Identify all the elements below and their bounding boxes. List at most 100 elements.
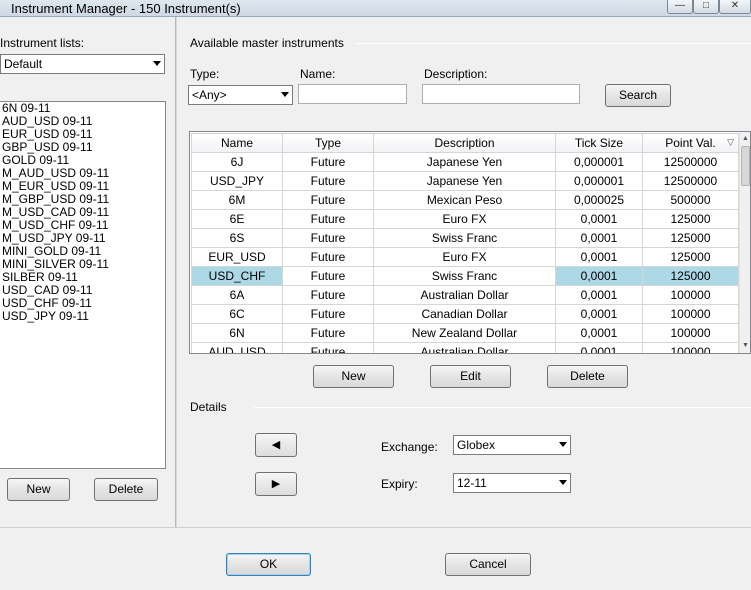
- table-cell: Euro FX: [373, 209, 556, 229]
- column-header[interactable]: Tick Size: [555, 133, 643, 153]
- maximize-icon: □: [702, 0, 710, 11]
- table-cell: 6S: [191, 228, 283, 248]
- scroll-down-icon[interactable]: ▼: [742, 342, 749, 349]
- column-header[interactable]: Description: [373, 133, 556, 153]
- group-divider: [356, 43, 751, 44]
- table-cell: Mexican Peso: [373, 190, 556, 210]
- table-row[interactable]: 6M Future Mexican Peso 0,000025 500000: [191, 190, 739, 210]
- table-cell: Japanese Yen: [373, 152, 556, 172]
- scrollbar-thumb[interactable]: [741, 146, 750, 186]
- details-divider: [254, 407, 751, 408]
- table-row[interactable]: 6C Future Canadian Dollar 0,0001 100000: [191, 304, 739, 324]
- expiry-label: Expiry:: [381, 477, 418, 491]
- table-cell: AUD_USD: [191, 342, 283, 353]
- column-header[interactable]: Point Val. ▽: [642, 133, 739, 153]
- new-instrument-button[interactable]: New: [313, 365, 394, 388]
- table-cell: 0,0001: [555, 247, 643, 267]
- table-cell: 0,000001: [555, 171, 643, 191]
- close-button[interactable]: ✕: [719, 0, 751, 14]
- table-cell: New Zealand Dollar: [373, 323, 556, 343]
- master-instruments-grid[interactable]: Name Type Description Tick Size Point Val. ▽ …: [189, 131, 751, 354]
- name-label: Name:: [300, 67, 336, 81]
- table-row[interactable]: USD_JPY Future Japanese Yen 0,000001 1250000…: [191, 171, 739, 191]
- list-item[interactable]: USD_JPY 09-11: [0, 310, 165, 323]
- details-heading: Details: [190, 400, 227, 414]
- table-cell: Future: [282, 342, 374, 353]
- table-cell: 6C: [191, 304, 283, 324]
- table-row[interactable]: 6S Future Swiss Franc 0,0001 125000: [191, 228, 739, 248]
- edit-instrument-button[interactable]: Edit: [430, 365, 511, 388]
- ok-button[interactable]: OK: [226, 553, 311, 576]
- instrument-lists-panel: Instrument lists: Default 6N 09-11 AUD_US…: [0, 17, 175, 527]
- table-row[interactable]: 6A Future Australian Dollar 0,0001 100000: [191, 285, 739, 305]
- instrument-list-value: Default: [4, 57, 43, 71]
- master-instruments-heading: Available master instruments: [190, 36, 344, 50]
- table-row[interactable]: EUR_USD Future Euro FX 0,0001 125000: [191, 247, 739, 267]
- column-header-label: Name: [220, 136, 253, 150]
- table-cell: 6M: [191, 190, 283, 210]
- table-row[interactable]: 6N Future New Zealand Dollar 0,0001 100000: [191, 323, 739, 343]
- name-input[interactable]: [298, 84, 407, 104]
- table-row[interactable]: AUD_USD Future Australian Dollar 0,0001 1000…: [191, 342, 739, 353]
- close-icon: ✕: [730, 0, 740, 11]
- table-cell: Australian Dollar: [373, 342, 556, 353]
- table-cell: Future: [282, 304, 374, 324]
- instrument-list-select[interactable]: Default: [0, 54, 165, 74]
- table-cell: 0,0001: [555, 266, 643, 286]
- chevron-down-icon: [153, 61, 161, 66]
- expiry-select[interactable]: 12-11: [453, 473, 571, 493]
- column-header-label: Description: [434, 136, 495, 150]
- column-header-label: Point Val.: [665, 136, 716, 150]
- table-cell: 0,0001: [555, 323, 643, 343]
- table-cell: Future: [282, 228, 374, 248]
- column-header[interactable]: Name: [191, 133, 283, 153]
- table-cell: Future: [282, 285, 374, 305]
- table-cell: Future: [282, 190, 374, 210]
- table-cell: Future: [282, 247, 374, 267]
- cancel-button[interactable]: Cancel: [445, 553, 531, 576]
- exchange-value: Globex: [457, 438, 496, 452]
- table-cell: 0,000001: [555, 152, 643, 172]
- delete-instrument-button[interactable]: Delete: [547, 365, 628, 388]
- table-row[interactable]: 6E Future Euro FX 0,0001 125000: [191, 209, 739, 229]
- type-label: Type:: [190, 67, 220, 81]
- table-cell: Euro FX: [373, 247, 556, 267]
- table-row[interactable]: USD_CHF Future Swiss Franc 0,0001 125000: [191, 266, 739, 286]
- type-select[interactable]: <Any>: [188, 85, 293, 105]
- search-button[interactable]: Search: [605, 84, 671, 107]
- table-cell: USD_CHF: [191, 266, 283, 286]
- window-title: Instrument Manager - 150 Instrument(s): [11, 1, 241, 16]
- panel-splitter[interactable]: [175, 17, 177, 527]
- table-cell: 0,0001: [555, 285, 643, 305]
- minimize-button[interactable]: —: [667, 0, 693, 14]
- exchange-label: Exchange:: [381, 440, 438, 454]
- table-cell: 0,0001: [555, 228, 643, 248]
- maximize-button[interactable]: □: [693, 0, 719, 14]
- table-cell: EUR_USD: [191, 247, 283, 267]
- scroll-up-icon[interactable]: ▲: [742, 135, 749, 142]
- column-header[interactable]: Type: [282, 133, 374, 153]
- table-cell: 0,0001: [555, 209, 643, 229]
- table-cell: 100000: [642, 285, 739, 305]
- expiry-value: 12-11: [457, 476, 487, 490]
- table-cell: 125000: [642, 228, 739, 248]
- exchange-select[interactable]: Globex: [453, 435, 571, 455]
- chevron-down-icon: [559, 442, 567, 447]
- type-value: <Any>: [192, 88, 227, 102]
- table-cell: Australian Dollar: [373, 285, 556, 305]
- table-row[interactable]: 6J Future Japanese Yen 0,000001 12500000: [191, 152, 739, 172]
- move-left-button[interactable]: ◀: [255, 433, 297, 457]
- move-right-button[interactable]: ▶: [255, 472, 297, 496]
- grid-scrollbar[interactable]: ▲ ▼: [739, 132, 750, 353]
- table-cell: 12500000: [642, 171, 739, 191]
- table-cell: 100000: [642, 342, 739, 353]
- table-cell: Swiss Franc: [373, 266, 556, 286]
- table-cell: 125000: [642, 247, 739, 267]
- table-cell: 6A: [191, 285, 283, 305]
- instrument-list[interactable]: 6N 09-11 AUD_USD 09-11 EUR_USD 09-11 GBP_US…: [0, 101, 166, 469]
- new-list-button[interactable]: New: [7, 478, 70, 501]
- column-header-label: Type: [314, 136, 341, 150]
- table-cell: 0,0001: [555, 342, 643, 353]
- description-input[interactable]: [422, 84, 580, 104]
- delete-list-button[interactable]: Delete: [94, 478, 158, 501]
